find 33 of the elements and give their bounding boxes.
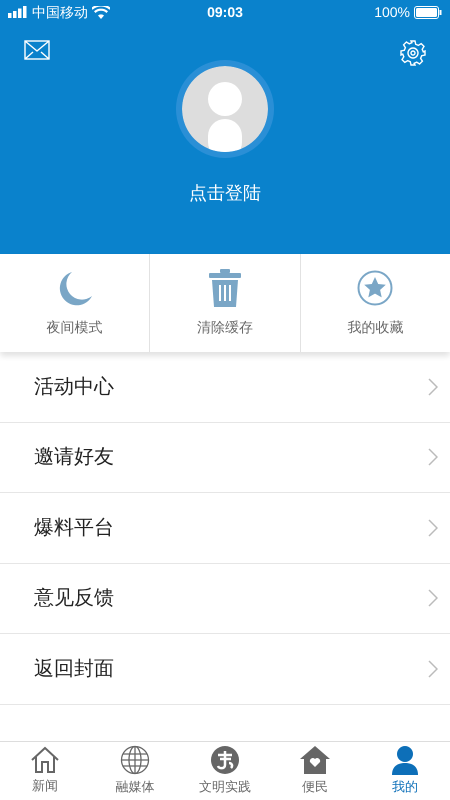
carrier-name: 中国移动 — [32, 2, 88, 22]
chevron-icon — [428, 518, 438, 537]
person-icon — [390, 745, 420, 776]
chevron-icon — [428, 589, 438, 608]
tab[interactable]: 文明实践 — [180, 742, 270, 800]
quick-action[interactable]: 清除缓存 — [149, 254, 300, 352]
tab[interactable]: 我的 — [360, 742, 450, 800]
trash-icon — [208, 268, 242, 306]
chevron-icon — [428, 448, 438, 466]
tab[interactable]: 便民 — [270, 742, 360, 800]
status-time: 09:03 — [207, 2, 243, 22]
tab[interactable]: 新闻 — [0, 742, 90, 800]
tab[interactable]: 融媒体 — [90, 742, 180, 800]
menu-item[interactable]: 邀请好友 — [0, 422, 450, 493]
emblem-icon — [210, 745, 240, 776]
signal-icon — [8, 6, 28, 18]
menu-item[interactable]: 返回封面 — [0, 634, 450, 704]
battery-icon — [414, 6, 442, 18]
wifi-icon — [92, 6, 110, 18]
quick-action[interactable]: 夜间模式 — [0, 254, 150, 352]
menu-item[interactable]: 爆料平台 — [0, 493, 450, 564]
menu-item[interactable]: 活动中心 — [0, 352, 450, 422]
chevron-icon — [428, 378, 438, 396]
home-icon — [30, 746, 60, 774]
chevron-icon — [428, 660, 438, 678]
settings-icon[interactable] — [400, 40, 426, 66]
menu-item[interactable]: 意见反馈 — [0, 564, 450, 634]
mail-icon[interactable] — [24, 40, 50, 60]
globe-icon — [120, 745, 150, 776]
battery-percent: 100% — [374, 2, 410, 22]
quick-action[interactable]: 我的收藏 — [300, 254, 450, 352]
house-heart-icon — [299, 745, 331, 776]
login-link[interactable]: 点击登陆 — [189, 180, 261, 207]
